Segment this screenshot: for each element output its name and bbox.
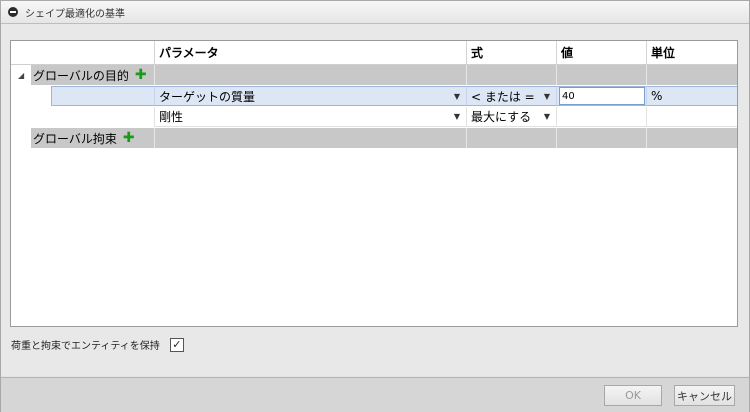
parameter-dropdown[interactable]: ターゲットの質量 ▼ bbox=[154, 86, 466, 106]
dialog-window: シェイプ最適化の基準 パラメータ 式 値 単位 ◢ グローバルの目的 ✚ ターゲ… bbox=[0, 0, 750, 412]
value-input[interactable] bbox=[559, 87, 645, 105]
dialog-footer: OK キャンセル bbox=[1, 377, 749, 412]
keep-loads-checkbox[interactable]: ✓ bbox=[169, 337, 184, 352]
chevron-down-icon[interactable]: ▼ bbox=[454, 92, 460, 101]
header-value[interactable]: 値 bbox=[556, 41, 646, 64]
group-row-objective: ◢ グローバルの目的 ✚ bbox=[11, 65, 737, 85]
header-expression[interactable]: 式 bbox=[466, 41, 556, 64]
value-cell bbox=[556, 86, 646, 106]
header-blank bbox=[11, 41, 154, 64]
minimize-circle-icon[interactable] bbox=[8, 7, 18, 17]
value-cell[interactable] bbox=[556, 107, 646, 127]
group-row-constraint: グローバル拘束 ✚ bbox=[11, 128, 737, 148]
group-label: グローバルの目的 ✚ bbox=[31, 65, 154, 85]
chevron-down-icon[interactable]: ▼ bbox=[454, 112, 460, 121]
parameter-dropdown[interactable]: 剛性 ▼ bbox=[154, 107, 466, 127]
header-unit[interactable]: 単位 bbox=[646, 41, 737, 64]
add-objective-icon[interactable]: ✚ bbox=[135, 68, 147, 82]
grid-header: パラメータ 式 値 単位 bbox=[11, 41, 737, 65]
unit-cell bbox=[646, 107, 737, 127]
table-row-stiffness[interactable]: 剛性 ▼ 最大にする ▼ bbox=[11, 107, 737, 127]
check-icon: ✓ bbox=[172, 338, 182, 351]
collapse-triangle-icon[interactable]: ◢ bbox=[18, 71, 24, 80]
keep-loads-label: 荷重と拘束でエンティティを保持 bbox=[11, 341, 160, 352]
cancel-button[interactable]: キャンセル bbox=[674, 385, 735, 406]
ok-button[interactable]: OK bbox=[604, 385, 662, 406]
title-bar: シェイプ最適化の基準 bbox=[1, 1, 749, 24]
window-title: シェイプ最適化の基準 bbox=[25, 8, 125, 20]
keep-loads-option: 荷重と拘束でエンティティを保持 ✓ bbox=[11, 337, 184, 352]
expression-dropdown[interactable]: < または = ▼ bbox=[466, 86, 556, 106]
group-label-cell: ◢ グローバルの目的 ✚ bbox=[11, 65, 154, 85]
dialog-content: パラメータ 式 値 単位 ◢ グローバルの目的 ✚ ターゲットの質量 ▼ < ま… bbox=[1, 24, 749, 376]
group-label: グローバル拘束 ✚ bbox=[31, 128, 154, 148]
unit-cell: % bbox=[646, 86, 737, 106]
chevron-down-icon[interactable]: ▼ bbox=[544, 92, 550, 101]
criteria-grid: パラメータ 式 値 単位 ◢ グローバルの目的 ✚ ターゲットの質量 ▼ < ま… bbox=[10, 40, 738, 327]
add-constraint-icon[interactable]: ✚ bbox=[123, 131, 135, 145]
chevron-down-icon[interactable]: ▼ bbox=[544, 112, 550, 121]
expression-dropdown[interactable]: 最大にする ▼ bbox=[466, 107, 556, 127]
header-parameter[interactable]: パラメータ bbox=[154, 41, 466, 64]
table-row-target-mass[interactable]: ターゲットの質量 ▼ < または = ▼ % bbox=[11, 86, 737, 106]
